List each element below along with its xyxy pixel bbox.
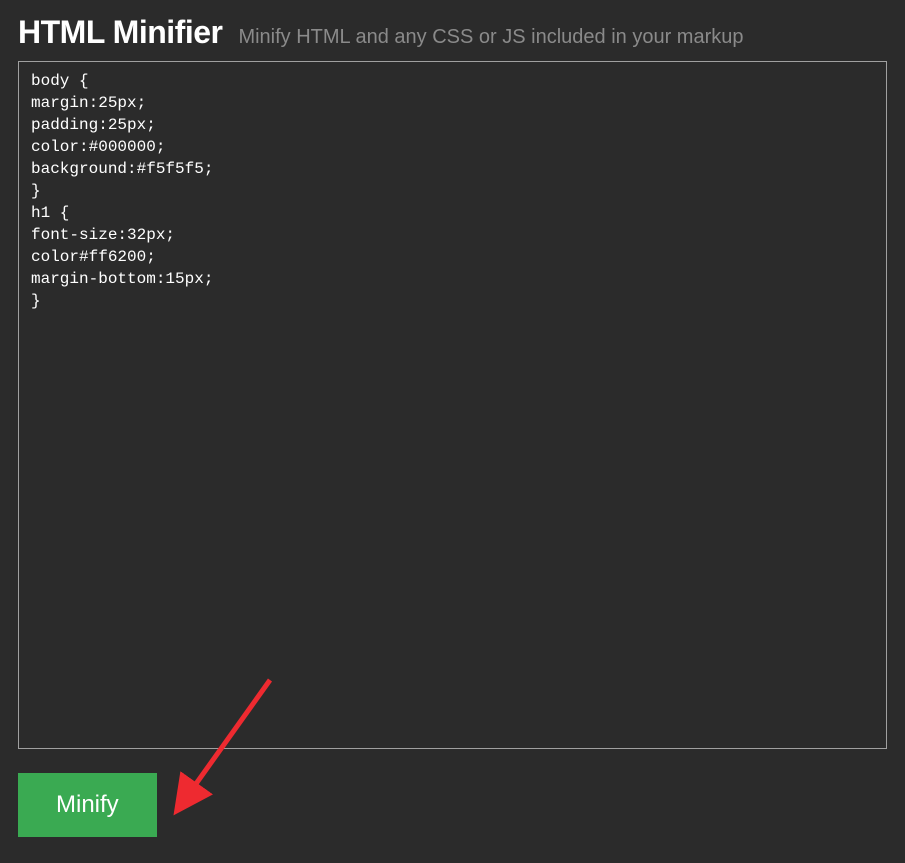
page-title: HTML Minifier	[18, 14, 222, 51]
page-subtitle: Minify HTML and any CSS or JS included i…	[238, 26, 743, 49]
code-input[interactable]	[31, 70, 874, 740]
code-editor-container	[18, 61, 887, 749]
action-bar: Minify	[0, 749, 905, 855]
minify-button[interactable]: Minify	[18, 773, 157, 837]
header: HTML Minifier Minify HTML and any CSS or…	[0, 0, 905, 61]
